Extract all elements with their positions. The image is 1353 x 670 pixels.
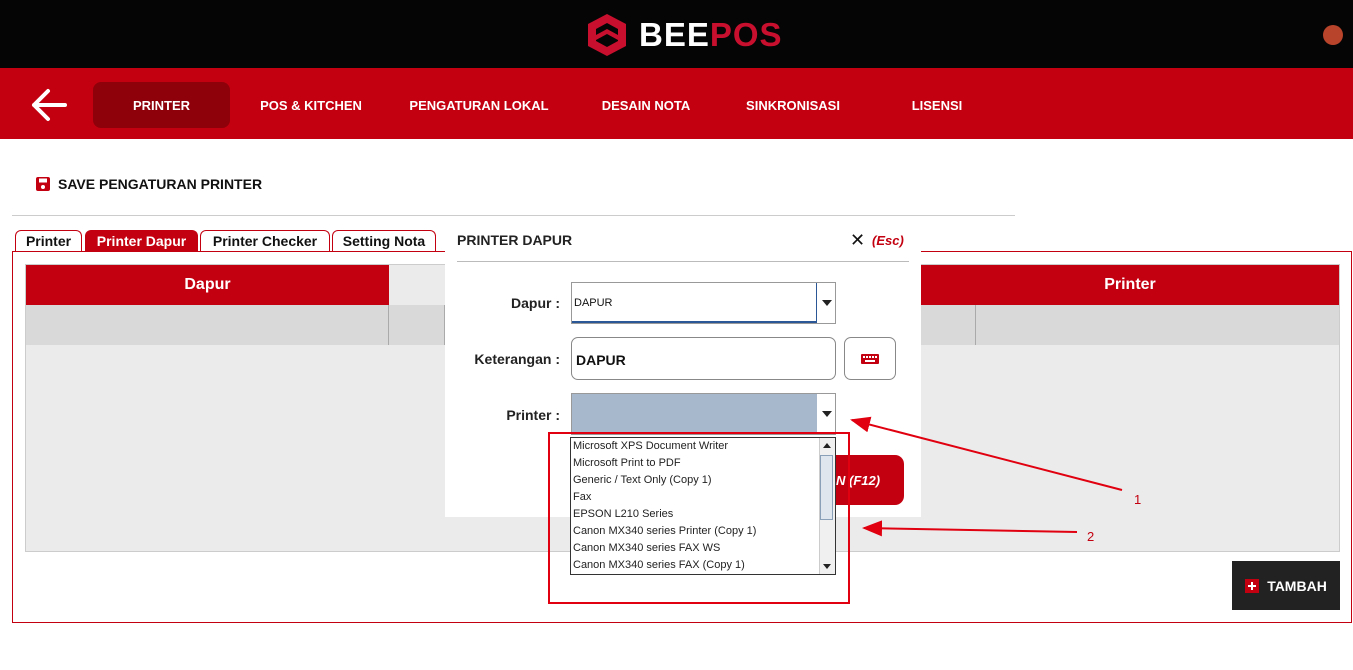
annotation-arrow-2 [862,520,1078,537]
annotation-marker-2: 2 [1087,529,1095,544]
annotation-marker-1: 1 [1134,492,1142,507]
annotation-arrow-1 [850,416,1123,491]
annotation-arrows [850,416,1123,537]
